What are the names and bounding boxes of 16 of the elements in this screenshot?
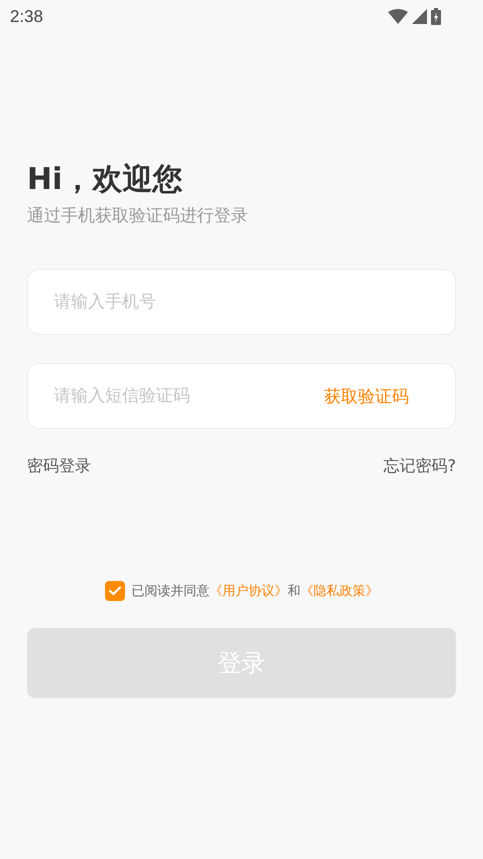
terms-link[interactable]: 《用户协议》 [210, 584, 288, 599]
status-time: 2:38 [10, 6, 44, 26]
battery-icon [431, 8, 441, 25]
privacy-link[interactable]: 《隐私政策》 [300, 584, 378, 599]
code-input-field[interactable]: 请输入短信验证码 获取验证码 [27, 363, 456, 429]
password-login-link[interactable]: 密码登录 [27, 456, 91, 477]
greeting-title: Hi，欢迎您 [27, 161, 184, 199]
phone-input-field[interactable]: 请输入手机号 [27, 269, 456, 335]
signal-icon [412, 9, 427, 24]
agreement-text: 已阅读并同意《用户协议》和《隐私政策》 [132, 583, 378, 600]
subtitle: 通过手机获取验证码进行登录 [27, 205, 249, 228]
checkmark-icon [108, 586, 120, 596]
get-code-link[interactable]: 获取验证码 [324, 384, 409, 408]
wifi-icon [388, 9, 408, 24]
forgot-password-link[interactable]: 忘记密码? [384, 456, 456, 477]
agreement-checkbox[interactable] [104, 581, 124, 601]
